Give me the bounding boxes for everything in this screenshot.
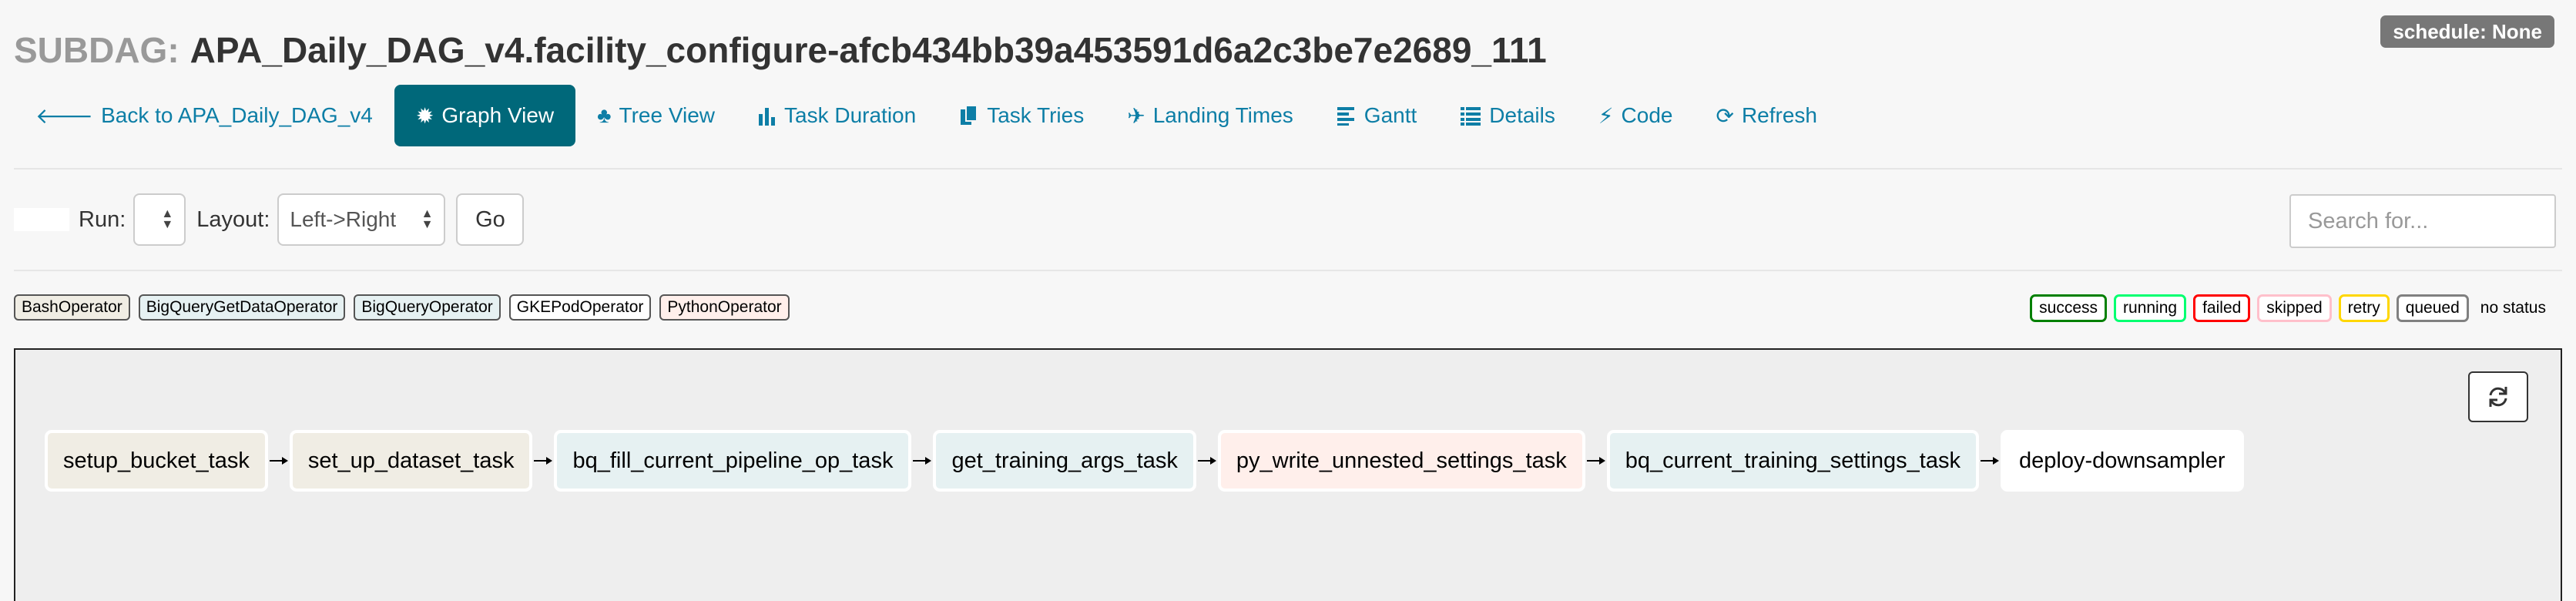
tab-tree-view-label: Tree View bbox=[619, 103, 716, 127]
state-legend: success running failed skipped retry que… bbox=[2023, 294, 2553, 322]
tab-graph-view[interactable]: ✹ Graph View bbox=[394, 85, 576, 146]
task-node[interactable]: setup_bucket_task bbox=[45, 430, 268, 492]
state-chip[interactable]: failed bbox=[2193, 294, 2251, 322]
dag-graph[interactable]: setup_bucket_task set_up_dataset_task bq… bbox=[14, 348, 2562, 601]
go-button[interactable]: Go bbox=[456, 193, 525, 246]
schedule-badge: schedule: None bbox=[2380, 15, 2554, 48]
select-arrows-icon: ▲ ▼ bbox=[421, 207, 434, 231]
edge-arrow-icon bbox=[911, 430, 933, 492]
refresh-icon: ⟳ bbox=[1716, 103, 1734, 128]
task-node[interactable]: py_write_unnested_settings_task bbox=[1217, 430, 1585, 492]
edge-arrow-icon bbox=[1585, 430, 1607, 492]
state-chip-no-status[interactable]: no status bbox=[2474, 299, 2553, 317]
tree-icon: ♣ bbox=[597, 103, 612, 127]
search-input[interactable] bbox=[2289, 194, 2556, 248]
state-chip[interactable]: skipped bbox=[2257, 294, 2332, 322]
state-chip[interactable]: retry bbox=[2338, 294, 2390, 322]
back-link-label: Back to APA_Daily_DAG_v4 bbox=[101, 103, 373, 127]
task-node[interactable]: deploy-downsampler bbox=[2000, 430, 2244, 492]
refresh-graph-button[interactable] bbox=[2468, 371, 2528, 422]
base-date-field[interactable] bbox=[14, 208, 69, 231]
operator-legend: BashOperator BigQueryGetDataOperator Big… bbox=[14, 294, 798, 321]
graph-controls: Run: ▲ ▼ Layout: Left->Right ▲ ▼ Go bbox=[14, 193, 525, 247]
tab-gantt-label: Gantt bbox=[1363, 103, 1417, 127]
plane-icon: ✈ bbox=[1127, 103, 1145, 128]
tab-task-tries-label: Task Tries bbox=[987, 103, 1085, 127]
arrow-left-icon: 🡐 bbox=[35, 104, 94, 128]
divider bbox=[14, 270, 2562, 271]
task-node[interactable]: get_training_args_task bbox=[933, 430, 1196, 492]
layout-label: Layout: bbox=[196, 206, 270, 232]
edge-arrow-icon bbox=[1196, 430, 1218, 492]
tab-code-label: Code bbox=[1621, 103, 1673, 127]
align-left-icon bbox=[1337, 107, 1354, 126]
operator-chip: GKEPodOperator bbox=[508, 294, 652, 321]
state-chip[interactable]: running bbox=[2114, 294, 2187, 322]
operator-chip: BigQueryGetDataOperator bbox=[138, 294, 346, 321]
state-chip[interactable]: success bbox=[2030, 294, 2108, 322]
layout-select[interactable]: Left->Right ▲ ▼ bbox=[277, 193, 446, 246]
state-chip[interactable]: queued bbox=[2396, 294, 2469, 322]
divider bbox=[14, 168, 2562, 170]
page-header: SUBDAG: APA_Daily_DAG_v4.facility_config… bbox=[14, 23, 1547, 77]
operator-chip: BashOperator bbox=[14, 294, 130, 321]
tab-details[interactable]: Details bbox=[1438, 85, 1577, 146]
flash-icon: ⚡ bbox=[1598, 103, 1614, 128]
operator-chip: BigQueryOperator bbox=[354, 294, 501, 321]
tab-task-duration-label: Task Duration bbox=[784, 103, 917, 127]
task-chain: setup_bucket_task set_up_dataset_task bq… bbox=[45, 430, 2244, 492]
dag-nav: 🡐 Back to APA_Daily_DAG_v4 ✹ Graph View … bbox=[14, 85, 1839, 146]
refresh-link-label: Refresh bbox=[1741, 103, 1817, 127]
tab-tree-view[interactable]: ♣ Tree View bbox=[575, 85, 736, 146]
files-icon bbox=[961, 105, 978, 125]
list-icon bbox=[1461, 107, 1481, 126]
task-node[interactable]: set_up_dataset_task bbox=[289, 430, 533, 492]
task-node[interactable]: bq_current_training_settings_task bbox=[1606, 430, 1979, 492]
tab-task-tries[interactable]: Task Tries bbox=[937, 85, 1105, 146]
tab-details-label: Details bbox=[1489, 103, 1555, 127]
back-link[interactable]: 🡐 Back to APA_Daily_DAG_v4 bbox=[14, 85, 394, 146]
tab-graph-view-label: Graph View bbox=[441, 103, 555, 127]
run-select[interactable]: ▲ ▼ bbox=[133, 193, 186, 246]
certificate-icon: ✹ bbox=[415, 103, 434, 128]
tab-landing-times[interactable]: ✈ Landing Times bbox=[1105, 85, 1315, 146]
select-arrows-icon: ▲ ▼ bbox=[161, 207, 174, 231]
refresh-icon bbox=[2489, 387, 2507, 407]
edge-arrow-icon bbox=[1979, 430, 2001, 492]
edge-arrow-icon bbox=[532, 430, 554, 492]
dag-title: APA_Daily_DAG_v4.facility_configure-afcb… bbox=[190, 30, 1547, 70]
edge-arrow-icon bbox=[268, 430, 290, 492]
refresh-link[interactable]: ⟳ Refresh bbox=[1694, 85, 1839, 146]
bar-chart-icon bbox=[759, 108, 775, 126]
layout-select-value: Left->Right bbox=[290, 207, 397, 231]
tab-task-duration[interactable]: Task Duration bbox=[736, 85, 937, 146]
run-label: Run: bbox=[79, 206, 126, 232]
task-node[interactable]: bq_fill_current_pipeline_op_task bbox=[554, 430, 912, 492]
tab-code[interactable]: ⚡ Code bbox=[1577, 85, 1695, 146]
tab-landing-times-label: Landing Times bbox=[1152, 103, 1293, 127]
operator-chip: PythonOperator bbox=[659, 294, 790, 321]
tab-gantt[interactable]: Gantt bbox=[1315, 85, 1438, 146]
subdag-prefix: SUBDAG: bbox=[14, 30, 179, 70]
